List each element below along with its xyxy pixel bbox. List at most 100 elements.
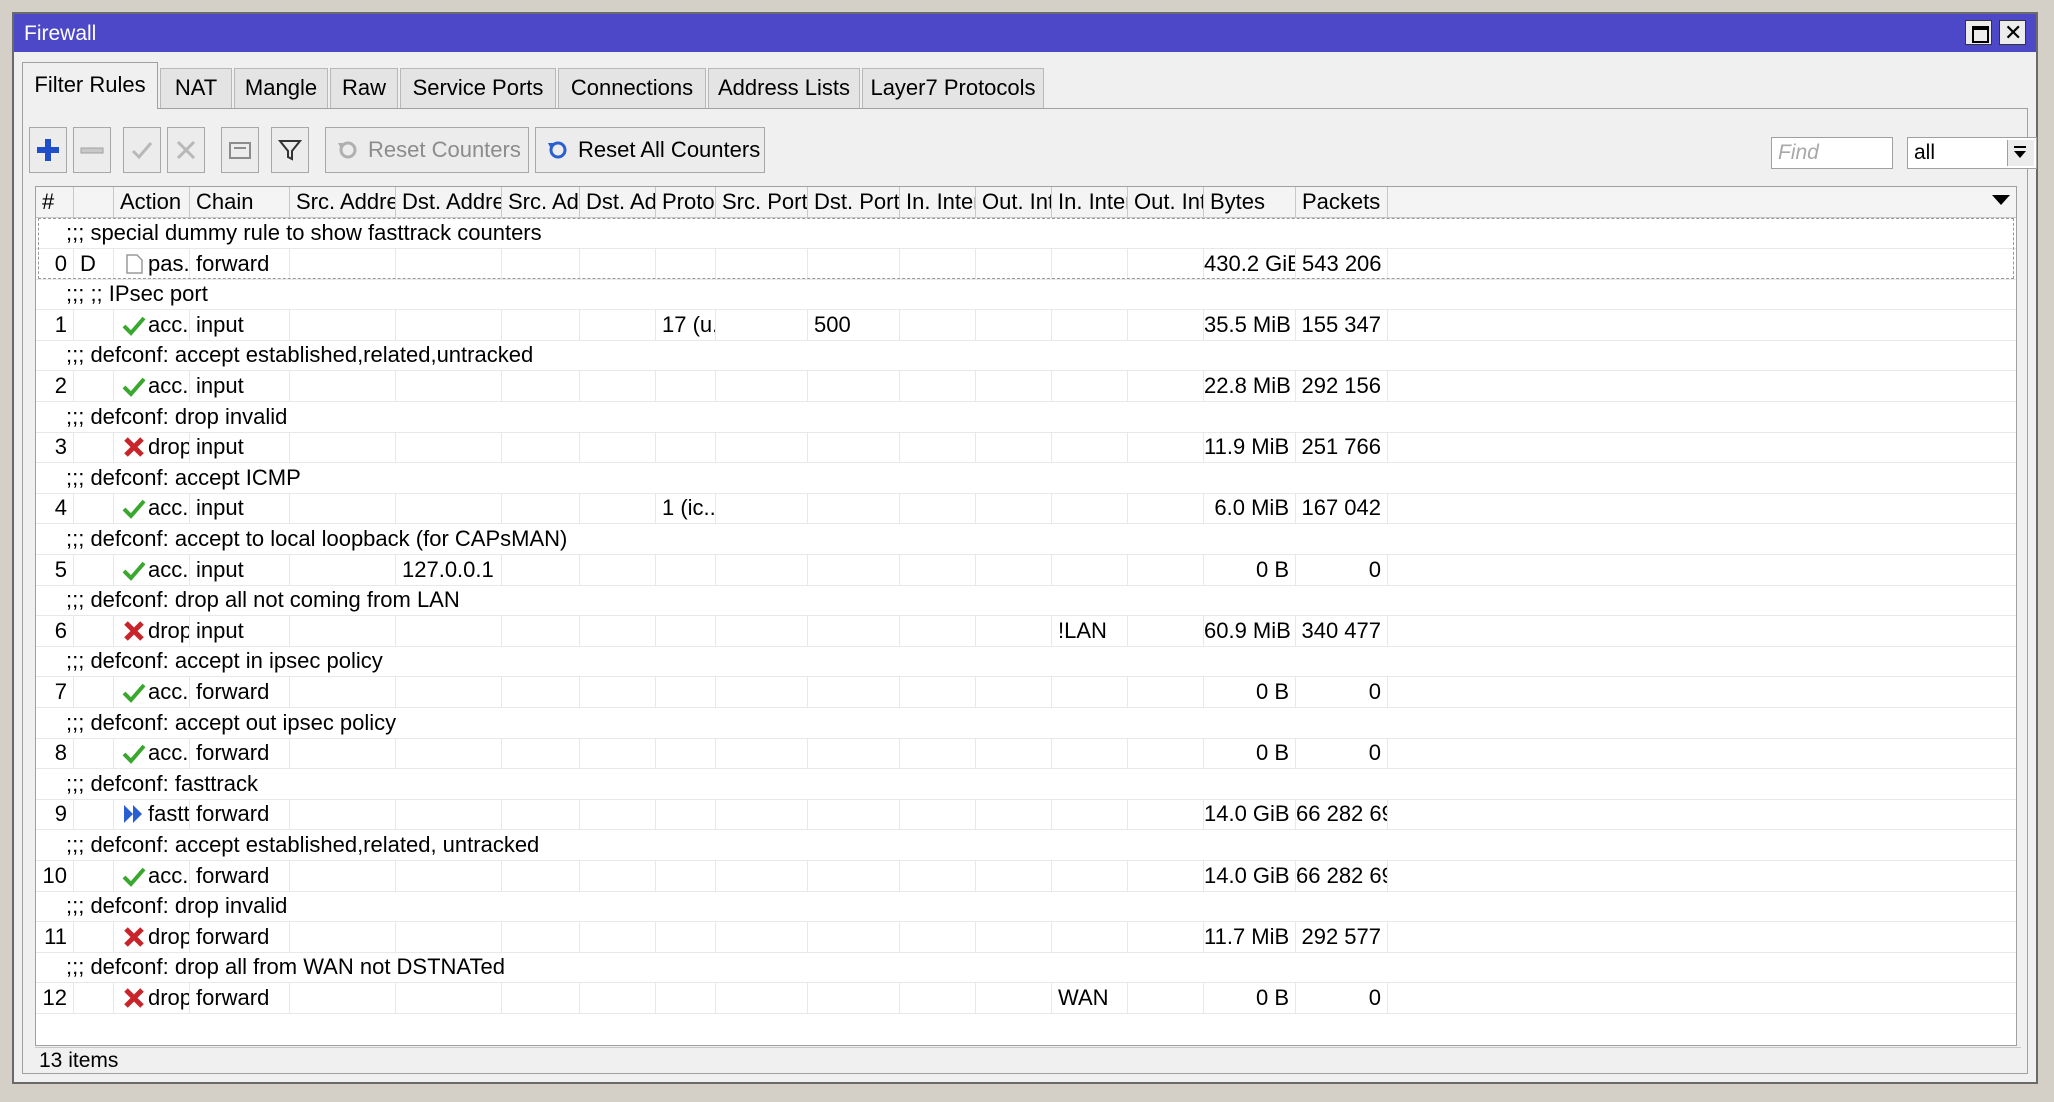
column-header[interactable]: Action — [114, 187, 190, 217]
column-header[interactable]: Out. Int... — [1128, 187, 1204, 217]
table-cell — [396, 371, 502, 401]
comment-row[interactable]: ;;; defconf: fasttrack — [36, 769, 2016, 800]
table-cell — [976, 860, 1052, 891]
comment-row[interactable]: ;;; defconf: drop all not coming from LA… — [36, 585, 2016, 617]
reset-counters-button[interactable]: Reset Counters — [325, 127, 529, 173]
filter-rules-panel: Reset Counters Reset All Counters Find a… — [22, 108, 2037, 1074]
table-cell: WAN — [1052, 983, 1128, 1013]
tab-mangle[interactable]: Mangle — [234, 68, 328, 108]
table-cell — [396, 493, 502, 524]
comment-row[interactable]: ;;; ;; IPsec port — [36, 279, 2016, 311]
table-cell — [900, 615, 976, 646]
comment-row[interactable]: ;;; defconf: accept established,related,… — [36, 340, 2016, 372]
accept-icon — [122, 683, 146, 703]
table-cell: 22.8 MiB — [1204, 371, 1296, 401]
column-header[interactable]: Dst. Ad... — [580, 187, 656, 217]
table-row[interactable]: 5acc...input127.0.0.10 B0 — [36, 554, 2016, 586]
column-header[interactable]: Chain — [190, 187, 290, 217]
tab-service-ports[interactable]: Service Ports — [400, 68, 556, 108]
table-cell — [396, 983, 502, 1013]
tab-address-lists[interactable]: Address Lists — [708, 68, 860, 108]
disable-button[interactable] — [167, 127, 205, 173]
filter-button[interactable] — [271, 127, 309, 173]
column-header[interactable]: Proto... — [656, 187, 716, 217]
table-cell — [976, 738, 1052, 769]
table-cell — [502, 738, 580, 769]
table-row[interactable]: 10acc...forward14.0 GiB66 282 694 — [36, 860, 2016, 892]
comment-row[interactable]: ;;; defconf: accept in ipsec policy — [36, 646, 2016, 678]
comment-row[interactable]: ;;; defconf: drop all from WAN not DSTNA… — [36, 952, 2016, 984]
table-row[interactable]: 4acc...input1 (ic...6.0 MiB167 042 — [36, 493, 2016, 525]
comment-row[interactable]: ;;; defconf: drop invalid — [36, 891, 2016, 923]
tab-layer7-protocols[interactable]: Layer7 Protocols — [862, 68, 1044, 108]
table-cell — [716, 983, 808, 1013]
rule-comment: ;;; special dummy rule to show fasttrack… — [66, 220, 542, 245]
table-row[interactable]: 6 drop input !LAN 60.9 MiB 340 477 — [36, 615, 2016, 647]
table-row[interactable]: 0Dpas...forward430.2 GiB543 206 ... — [36, 248, 2016, 280]
table-cell — [1128, 248, 1204, 279]
table-cell — [976, 371, 1052, 401]
column-header[interactable]: # — [36, 187, 74, 217]
find-input[interactable]: Find — [1771, 137, 1893, 169]
enable-button[interactable] — [123, 127, 161, 173]
fasttrack-icon — [124, 805, 142, 824]
table-cell — [74, 554, 114, 585]
column-header[interactable]: In. Inter... — [900, 187, 976, 217]
table-cell: 10 — [36, 860, 74, 891]
comment-row[interactable]: ;;; defconf: accept out ipsec policy — [36, 708, 2016, 739]
comment-row[interactable]: ;;; defconf: accept ICMP — [36, 463, 2016, 494]
column-header[interactable]: Src. Port — [716, 187, 808, 217]
table-cell — [290, 983, 396, 1013]
add-button[interactable] — [29, 127, 67, 173]
table-cell — [74, 738, 114, 769]
rule-comment: ;;; defconf: accept to local loopback (f… — [66, 526, 568, 551]
table-row[interactable]: 8acc...forward0 B0 — [36, 738, 2016, 770]
column-header[interactable]: Packets — [1296, 187, 1388, 217]
column-menu-icon[interactable] — [1992, 195, 2010, 205]
table-cell — [580, 860, 656, 891]
rules-table[interactable]: #ActionChainSrc. AddressDst. AddressSrc.… — [35, 186, 2017, 1046]
close-button[interactable]: ✕ — [1999, 20, 2026, 45]
column-header[interactable]: Src. Address — [290, 187, 396, 217]
table-row[interactable]: 2acc...input22.8 MiB292 156 — [36, 371, 2016, 402]
remove-button[interactable] — [73, 127, 111, 173]
table-cell — [1052, 371, 1128, 401]
tab-raw[interactable]: Raw — [330, 68, 398, 108]
tab-connections[interactable]: Connections — [558, 68, 706, 108]
table-cell — [656, 432, 716, 463]
table-row[interactable]: 1acc...input17 (u...50035.5 MiB155 347 — [36, 309, 2016, 341]
table-row[interactable]: 9fastt...forward14.0 GiB66 282 694 — [36, 799, 2016, 831]
maximize-button[interactable] — [1965, 20, 1992, 45]
column-header[interactable]: Bytes — [1204, 187, 1296, 217]
drop-icon — [124, 437, 144, 457]
dropdown-arrow-icon[interactable] — [2007, 140, 2034, 166]
comment-row[interactable]: ;;; defconf: drop invalid — [36, 402, 2016, 433]
table-cell — [976, 983, 1052, 1013]
filter-select[interactable]: all — [1907, 137, 2037, 169]
comment-row[interactable]: ;;; defconf: accept established,related,… — [36, 830, 2016, 861]
column-header[interactable] — [74, 187, 114, 217]
table-row[interactable]: 11 drop forward 11.7 MiB 292 577 — [36, 921, 2016, 953]
column-header[interactable]: Dst. Port — [808, 187, 900, 217]
table-cell — [290, 432, 396, 463]
table-cell: 9 — [36, 799, 74, 830]
table-cell: 11 — [36, 921, 74, 952]
table-row[interactable]: 12 drop forward WAN 0 B0 — [36, 983, 2016, 1014]
comment-row[interactable]: ;;; defconf: accept to local loopback (f… — [36, 524, 2016, 555]
table-cell — [656, 860, 716, 891]
title-bar[interactable]: Firewall ✕ — [14, 14, 2036, 52]
table-cell — [502, 493, 580, 524]
column-header[interactable]: Src. Ad... — [502, 187, 580, 217]
comment-button[interactable] — [221, 127, 259, 173]
column-header[interactable]: Out. Int... — [976, 187, 1052, 217]
column-header[interactable]: In. Inter... — [1052, 187, 1128, 217]
table-row[interactable]: 7acc...forward0 B0 — [36, 677, 2016, 708]
table-cell — [808, 371, 900, 401]
tab-nat[interactable]: NAT — [160, 68, 232, 108]
column-header[interactable]: Dst. Address — [396, 187, 502, 217]
comment-row[interactable]: ;;; special dummy rule to show fasttrack… — [36, 218, 2016, 249]
table-cell — [976, 309, 1052, 340]
reset-all-counters-button[interactable]: Reset All Counters — [535, 127, 765, 173]
table-row[interactable]: 3 drop input 11.9 MiB 251 766 — [36, 432, 2016, 464]
tab-filter-rules[interactable]: Filter Rules — [22, 62, 158, 109]
